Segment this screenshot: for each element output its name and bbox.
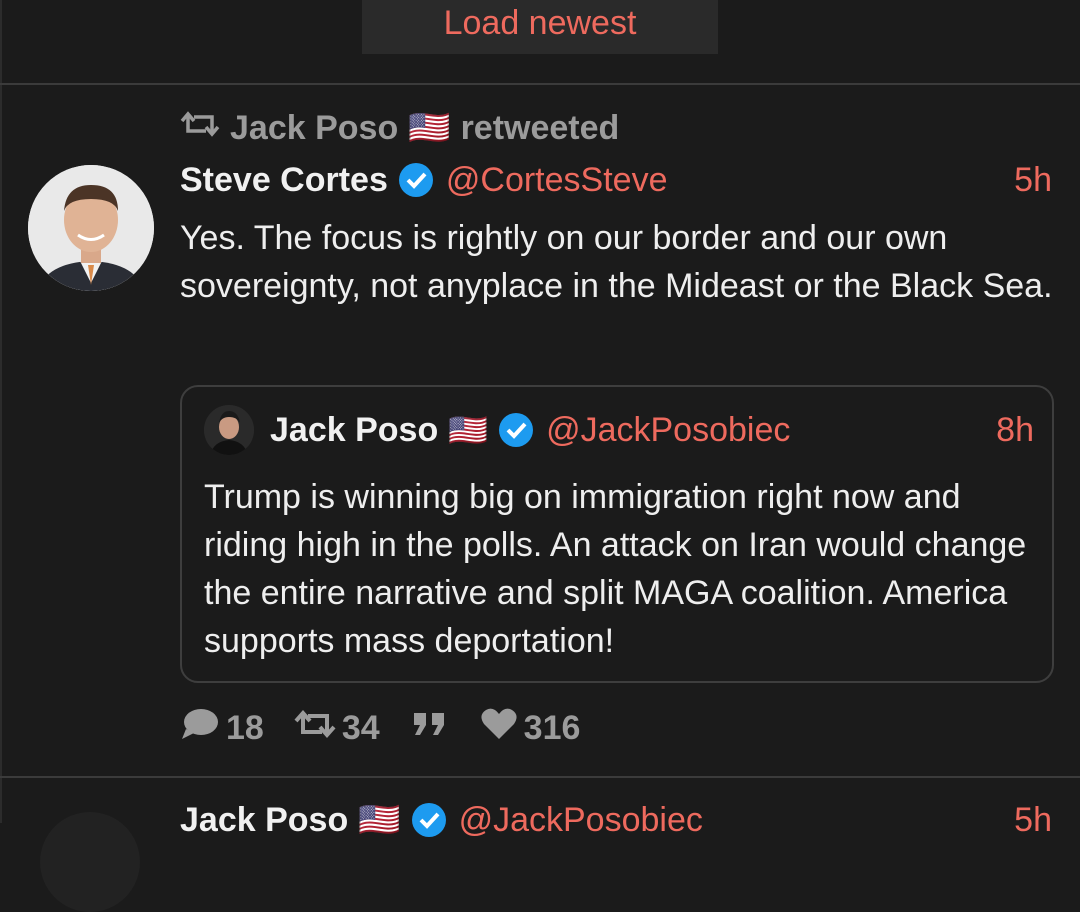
quoted-avatar[interactable] (204, 405, 254, 455)
quoted-tweet-time[interactable]: 8h (996, 411, 1034, 450)
avatar[interactable] (28, 165, 154, 291)
verified-badge-icon (498, 412, 534, 448)
load-newest-bar: Load newest (0, 0, 1080, 84)
flag-emoji: 🇺🇸 (448, 412, 489, 448)
retweeted-label: retweeted (460, 108, 620, 147)
author-name[interactable]: Steve Cortes (180, 161, 388, 200)
like-button[interactable]: 316 (480, 707, 581, 750)
quote-icon (410, 709, 450, 748)
verified-badge-icon (411, 802, 447, 838)
tweet-actions: 18 34 316 (180, 705, 610, 751)
quoted-author-handle[interactable]: @JackPosobiec (546, 411, 790, 450)
tweet-text: Yes. The focus is rightly on our border … (180, 219, 1053, 305)
divider-bottom (0, 776, 1080, 778)
quoted-author-name[interactable]: Jack Poso (270, 411, 438, 450)
reply-count: 18 (226, 708, 264, 747)
retweet-button[interactable]: 34 (294, 708, 380, 749)
left-border (0, 0, 2, 823)
next-tweet-header: Jack Poso 🇺🇸 @JackPosobiec 5h (180, 800, 1052, 840)
flag-emoji: 🇺🇸 (358, 801, 401, 839)
author-handle[interactable]: @CortesSteve (446, 161, 668, 200)
retweeter-name[interactable]: Jack Poso (230, 109, 398, 148)
heart-icon (480, 707, 518, 750)
reply-button[interactable]: 18 (180, 707, 264, 750)
retweet-icon (180, 109, 220, 148)
retweet-icon (294, 708, 336, 749)
retweet-banner[interactable]: Jack Poso 🇺🇸 retweeted (180, 106, 619, 150)
quoted-tweet-header: Jack Poso 🇺🇸 @JackPosobiec 8h (204, 405, 1034, 455)
verified-badge-icon (398, 162, 434, 198)
quoted-tweet[interactable]: Jack Poso 🇺🇸 @JackPosobiec 8h Trump is w… (180, 385, 1054, 683)
quote-button[interactable] (410, 709, 450, 748)
tweet-time[interactable]: 5h (1014, 161, 1052, 200)
like-count: 316 (523, 708, 581, 747)
tweet-header: Steve Cortes @CortesSteve 5h (180, 158, 1052, 202)
reply-icon (180, 707, 220, 750)
flag-emoji: 🇺🇸 (408, 109, 451, 147)
next-author-handle[interactable]: @JackPosobiec (459, 801, 703, 840)
quoted-tweet-text: Trump is winning big on immigration righ… (204, 478, 1027, 660)
next-tweet-avatar[interactable] (40, 812, 140, 912)
divider-top (0, 83, 1080, 85)
next-author-name[interactable]: Jack Poso (180, 801, 348, 840)
next-tweet-time[interactable]: 5h (1014, 801, 1052, 840)
load-newest-button[interactable]: Load newest (362, 0, 718, 54)
retweet-count: 34 (341, 708, 380, 747)
